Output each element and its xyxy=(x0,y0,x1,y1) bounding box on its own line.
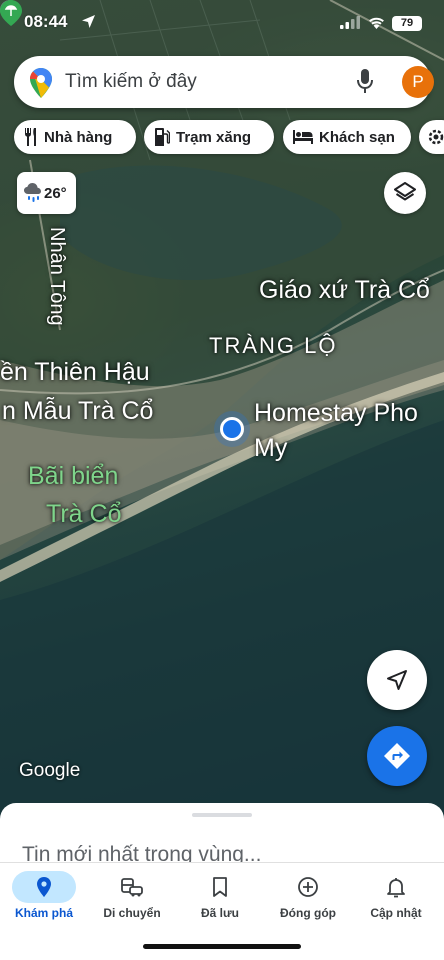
nav-active-indicator xyxy=(12,871,76,903)
homestay-label-line1[interactable]: Homestay Pho xyxy=(254,396,418,430)
navigation-arrow-icon xyxy=(387,670,407,690)
home-indicator[interactable] xyxy=(143,944,301,949)
google-maps-pin-icon xyxy=(30,68,52,98)
status-time: 08:44 xyxy=(24,12,68,31)
directions-button[interactable] xyxy=(367,726,427,786)
wifi-icon xyxy=(369,17,384,29)
gear-icon xyxy=(428,129,444,145)
nav-contribute[interactable]: Đóng góp xyxy=(264,871,352,920)
nav-label: Đóng góp xyxy=(280,906,336,920)
google-logo: Google xyxy=(19,760,81,781)
nav-saved[interactable]: Đã lưu xyxy=(176,871,264,920)
battery-indicator: 79 xyxy=(392,16,422,31)
location-arrow-icon xyxy=(82,15,95,28)
nav-label: Cập nhật xyxy=(370,906,422,920)
rain-cloud-icon xyxy=(24,183,41,202)
road-label: Nhân Tông xyxy=(46,227,68,326)
beach-label-line2[interactable]: Trà Cổ xyxy=(46,498,121,530)
gas-station-icon xyxy=(155,128,170,146)
chip-restaurants[interactable]: Nhà hàng xyxy=(14,120,136,154)
directions-icon xyxy=(384,743,410,769)
chip-hotels[interactable]: Khách sạn xyxy=(283,120,411,154)
explore-pin-icon xyxy=(37,877,51,897)
account-avatar[interactable]: P xyxy=(402,66,434,98)
sheet-drag-handle[interactable] xyxy=(192,813,252,817)
microphone-icon[interactable] xyxy=(357,69,373,95)
nav-explore[interactable]: Khám phá xyxy=(0,871,88,920)
layers-button[interactable] xyxy=(384,172,426,214)
church-label[interactable]: Giáo xứ Trà Cổ xyxy=(259,276,430,305)
search-bar[interactable]: Tìm kiếm ở đây P xyxy=(14,56,434,108)
chip-label: Nhà hàng xyxy=(44,128,113,146)
cellular-signal-icon xyxy=(340,16,360,29)
weather-widget[interactable]: 26° xyxy=(17,172,76,214)
chip-gas-stations[interactable]: Trạm xăng xyxy=(144,120,274,154)
my-location-button[interactable] xyxy=(367,650,427,710)
status-bar: 08:44 79 xyxy=(0,0,444,46)
nav-commute[interactable]: Di chuyển xyxy=(88,871,176,920)
nav-label: Đã lưu xyxy=(200,906,240,920)
add-circle-icon xyxy=(298,877,318,897)
village-label: TRÀNG LỘ xyxy=(209,333,338,358)
layers-icon xyxy=(394,182,416,201)
chip-label: Trạm xăng xyxy=(176,128,252,146)
search-input[interactable]: Tìm kiếm ở đây xyxy=(65,71,197,93)
bell-icon xyxy=(387,878,405,898)
hotel-icon xyxy=(293,130,313,144)
nav-label: Khám phá xyxy=(14,906,73,920)
weather-temperature: 26° xyxy=(44,184,67,202)
nav-updates[interactable]: Cập nhật xyxy=(352,871,440,920)
homestay-label-line2[interactable]: My xyxy=(254,431,287,465)
nav-label: Di chuyển xyxy=(103,906,161,920)
commute-icon xyxy=(121,878,143,897)
chip-label: Khách sạn xyxy=(319,128,395,146)
bookmark-icon xyxy=(213,877,227,897)
restaurant-icon xyxy=(25,128,36,146)
my-location-dot[interactable] xyxy=(220,417,244,441)
temple-label-line2[interactable]: n Mẫu Trà Cổ xyxy=(2,397,153,426)
temple-label-line1[interactable]: ền Thiên Hậu xyxy=(0,358,150,387)
beach-label-line1[interactable]: Bãi biển xyxy=(28,460,118,492)
